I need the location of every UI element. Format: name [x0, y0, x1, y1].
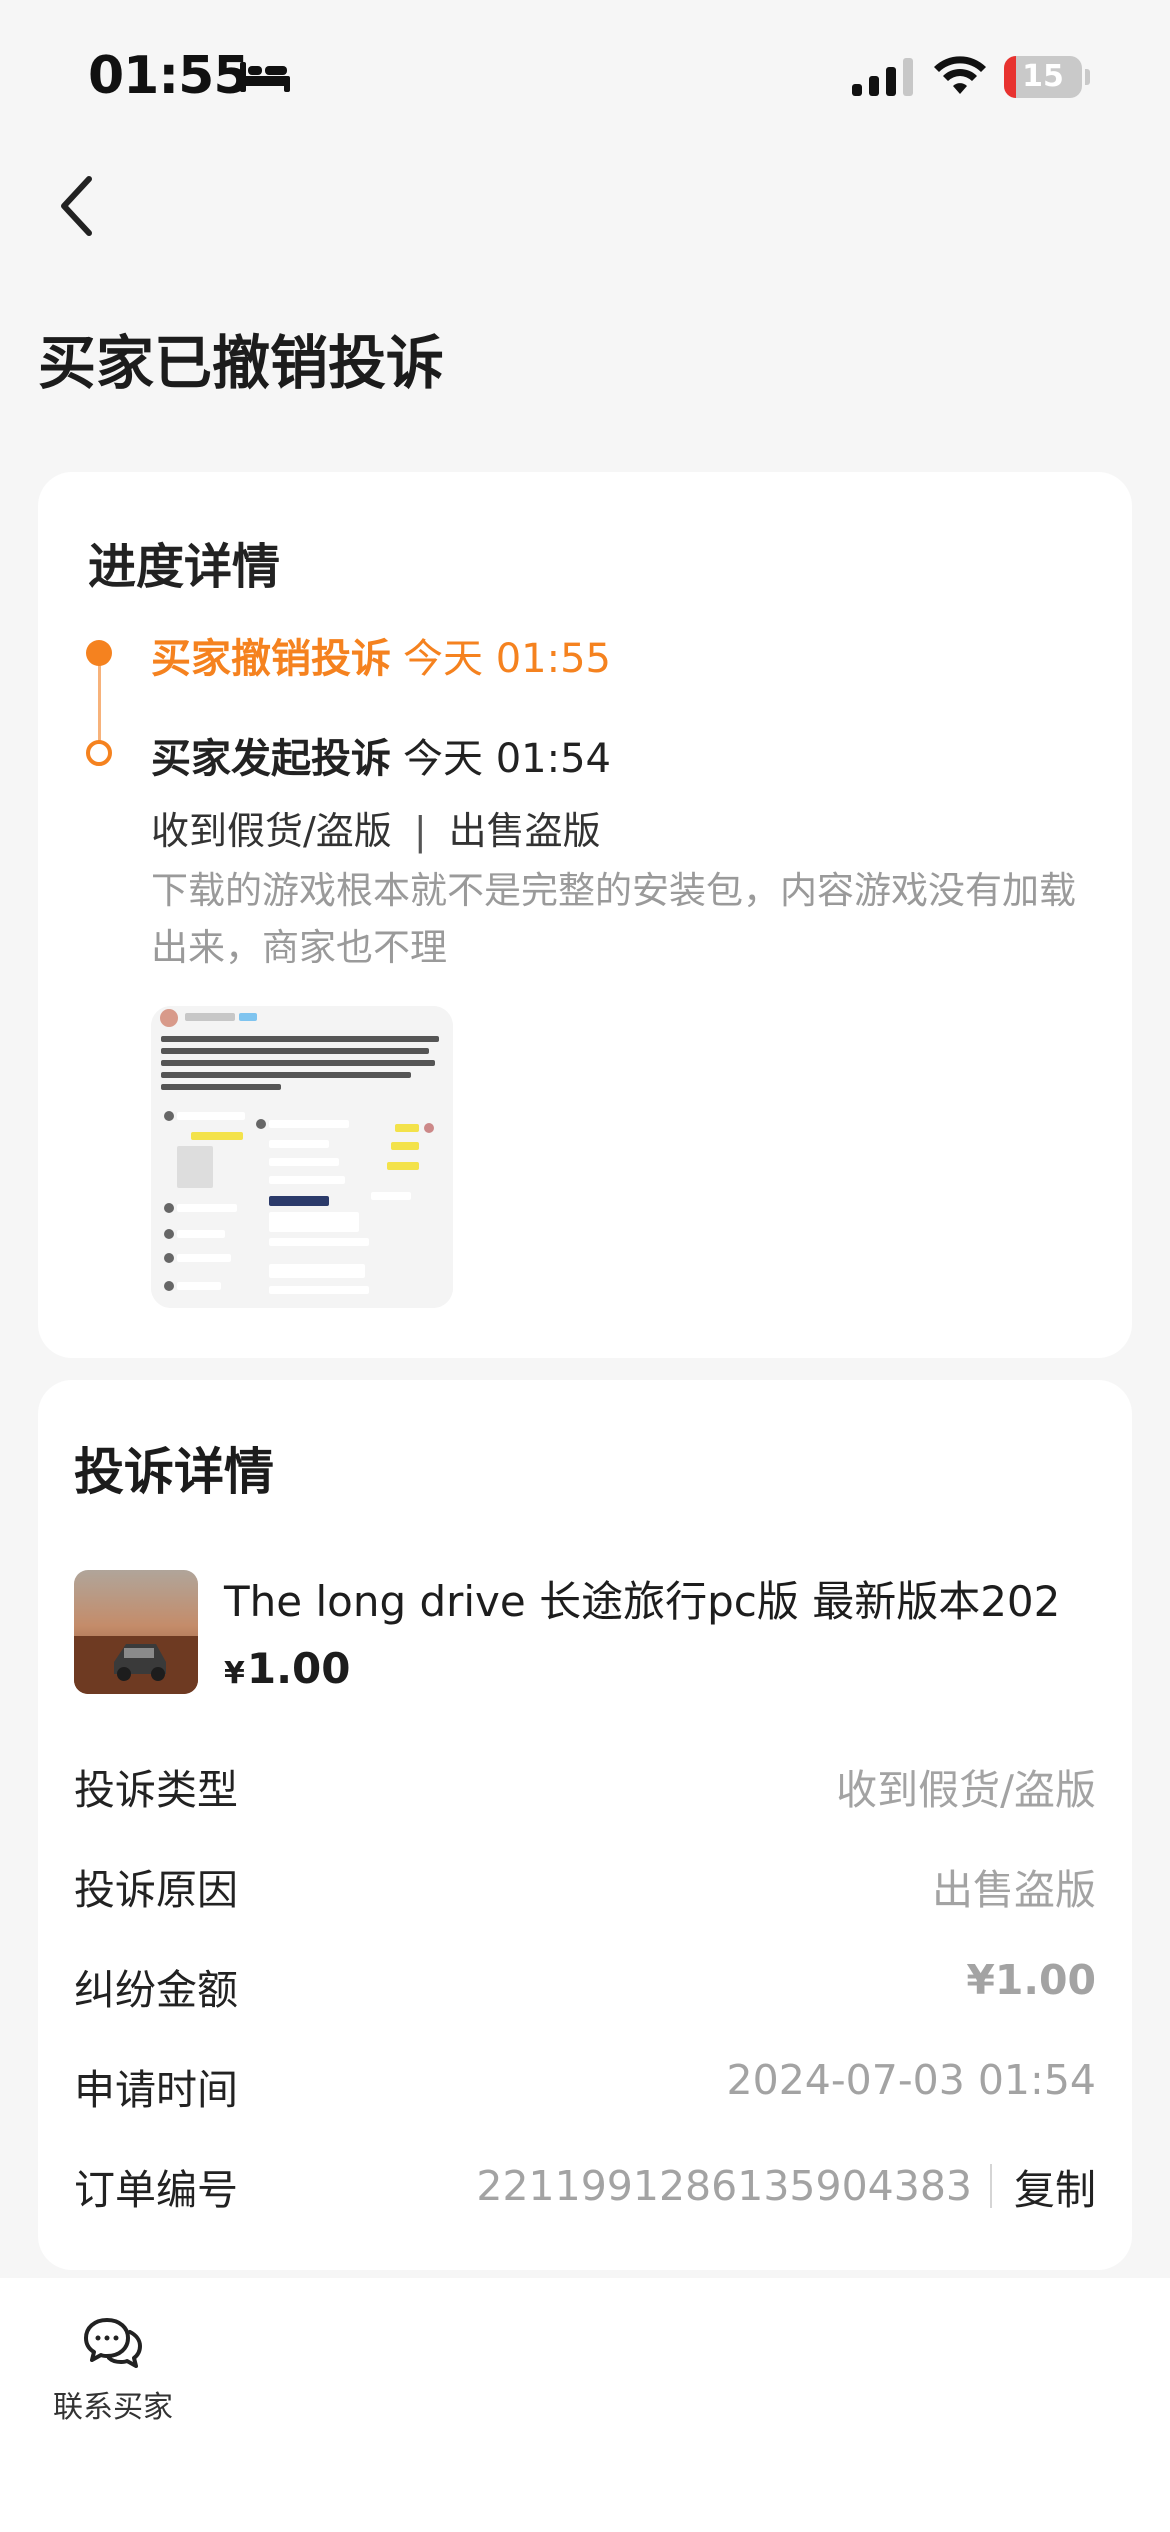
- bed-icon: [240, 62, 290, 92]
- complaint-reason-value: 出售盗版: [932, 1866, 1096, 1914]
- back-button[interactable]: [44, 168, 108, 244]
- row-label: 投诉原因: [74, 1866, 238, 1914]
- step-time: 今天 01:55: [403, 636, 611, 682]
- timeline-step-withdrawn: 买家撤销投诉 今天 01:55: [151, 626, 611, 684]
- signal-icon: [852, 58, 913, 96]
- price-currency: ¥: [224, 1656, 245, 1691]
- product-thumbnail-image[interactable]: [74, 1570, 198, 1694]
- divider: [990, 2164, 992, 2208]
- step-time: 今天 01:54: [403, 736, 611, 782]
- step-complaint-type: 收到假货/盗版: [151, 809, 392, 853]
- contact-buyer-label: 联系买家: [53, 2390, 173, 2425]
- copy-button[interactable]: 复制: [1014, 2156, 1096, 2216]
- progress-section-title: 进度详情: [88, 539, 281, 595]
- complaint-detail-card: 投诉详情 The long drive 长途旅行pc版 最新版本202 ¥1.0…: [38, 1380, 1132, 2270]
- battery-icon: 15: [1004, 56, 1090, 98]
- product-name[interactable]: The long drive 长途旅行pc版 最新版本202: [224, 1568, 1060, 1629]
- step-title: 买家发起投诉: [151, 736, 391, 782]
- price-amount: 1.00: [246, 1644, 351, 1693]
- chat-screenshot-image[interactable]: [151, 1006, 453, 1308]
- product-price: ¥1.00: [224, 1644, 351, 1693]
- timeline-dot: [86, 740, 112, 766]
- chat-bubbles-icon: [84, 2318, 142, 2368]
- complaint-type-row: 投诉类型 收到假货/盗版: [74, 1756, 1096, 1816]
- contact-buyer-button[interactable]: 联系买家: [48, 2316, 178, 2426]
- apply-time-value: 2024-07-03 01:54: [726, 2056, 1096, 2104]
- bottom-action-bar: 联系买家: [0, 2278, 1170, 2532]
- battery-level: 15: [1022, 59, 1064, 94]
- step-complaint-reason: 出售盗版: [448, 809, 601, 853]
- row-label: 申请时间: [74, 2066, 238, 2114]
- order-number-value: 2211991286135904383: [476, 2162, 972, 2210]
- page-title: 买家已撤销投诉: [38, 329, 445, 397]
- complaint-type-value: 收到假货/盗版: [836, 1766, 1096, 1814]
- row-label: 纠纷金额: [74, 1966, 238, 2014]
- step-title: 买家撤销投诉: [151, 636, 391, 682]
- row-label: 订单编号: [74, 2166, 238, 2214]
- timeline-step-filed: 买家发起投诉 今天 01:54: [151, 726, 611, 784]
- row-label: 投诉类型: [74, 1766, 238, 1814]
- step-complaint-description: 下载的游戏根本就不是完整的安装包，内容游戏没有加载出来，商家也不理: [151, 869, 1076, 969]
- dispute-amount-value: ¥1.00: [966, 1956, 1096, 2004]
- chevron-left-icon: [61, 176, 92, 236]
- order-number-row: 订单编号 2211991286135904383 复制: [74, 2156, 1096, 2216]
- wifi-icon: [934, 56, 986, 94]
- step-complaint-meta: 收到假货/盗版 | 出售盗版: [151, 800, 601, 855]
- complaint-reason-row: 投诉原因 出售盗版: [74, 1856, 1096, 1916]
- detail-section-title: 投诉详情: [74, 1443, 274, 1501]
- timeline-dot-active: [86, 640, 112, 666]
- meta-separator: |: [413, 809, 427, 853]
- status-bar: 01:55 15: [0, 0, 1170, 150]
- progress-card: 进度详情 买家撤销投诉 今天 01:55 买家发起投诉 今天 01:54 收到假货/…: [38, 472, 1132, 1358]
- status-time: 01:55: [88, 46, 250, 106]
- dispute-amount-row: 纠纷金额 ¥1.00: [74, 1956, 1096, 2016]
- complaint-status-page: 01:55 15 买家已撤销投诉 进度详情 买家撤销投诉 今天 01:55 买家…: [0, 0, 1170, 2532]
- apply-time-row: 申请时间 2024-07-03 01:54: [74, 2056, 1096, 2116]
